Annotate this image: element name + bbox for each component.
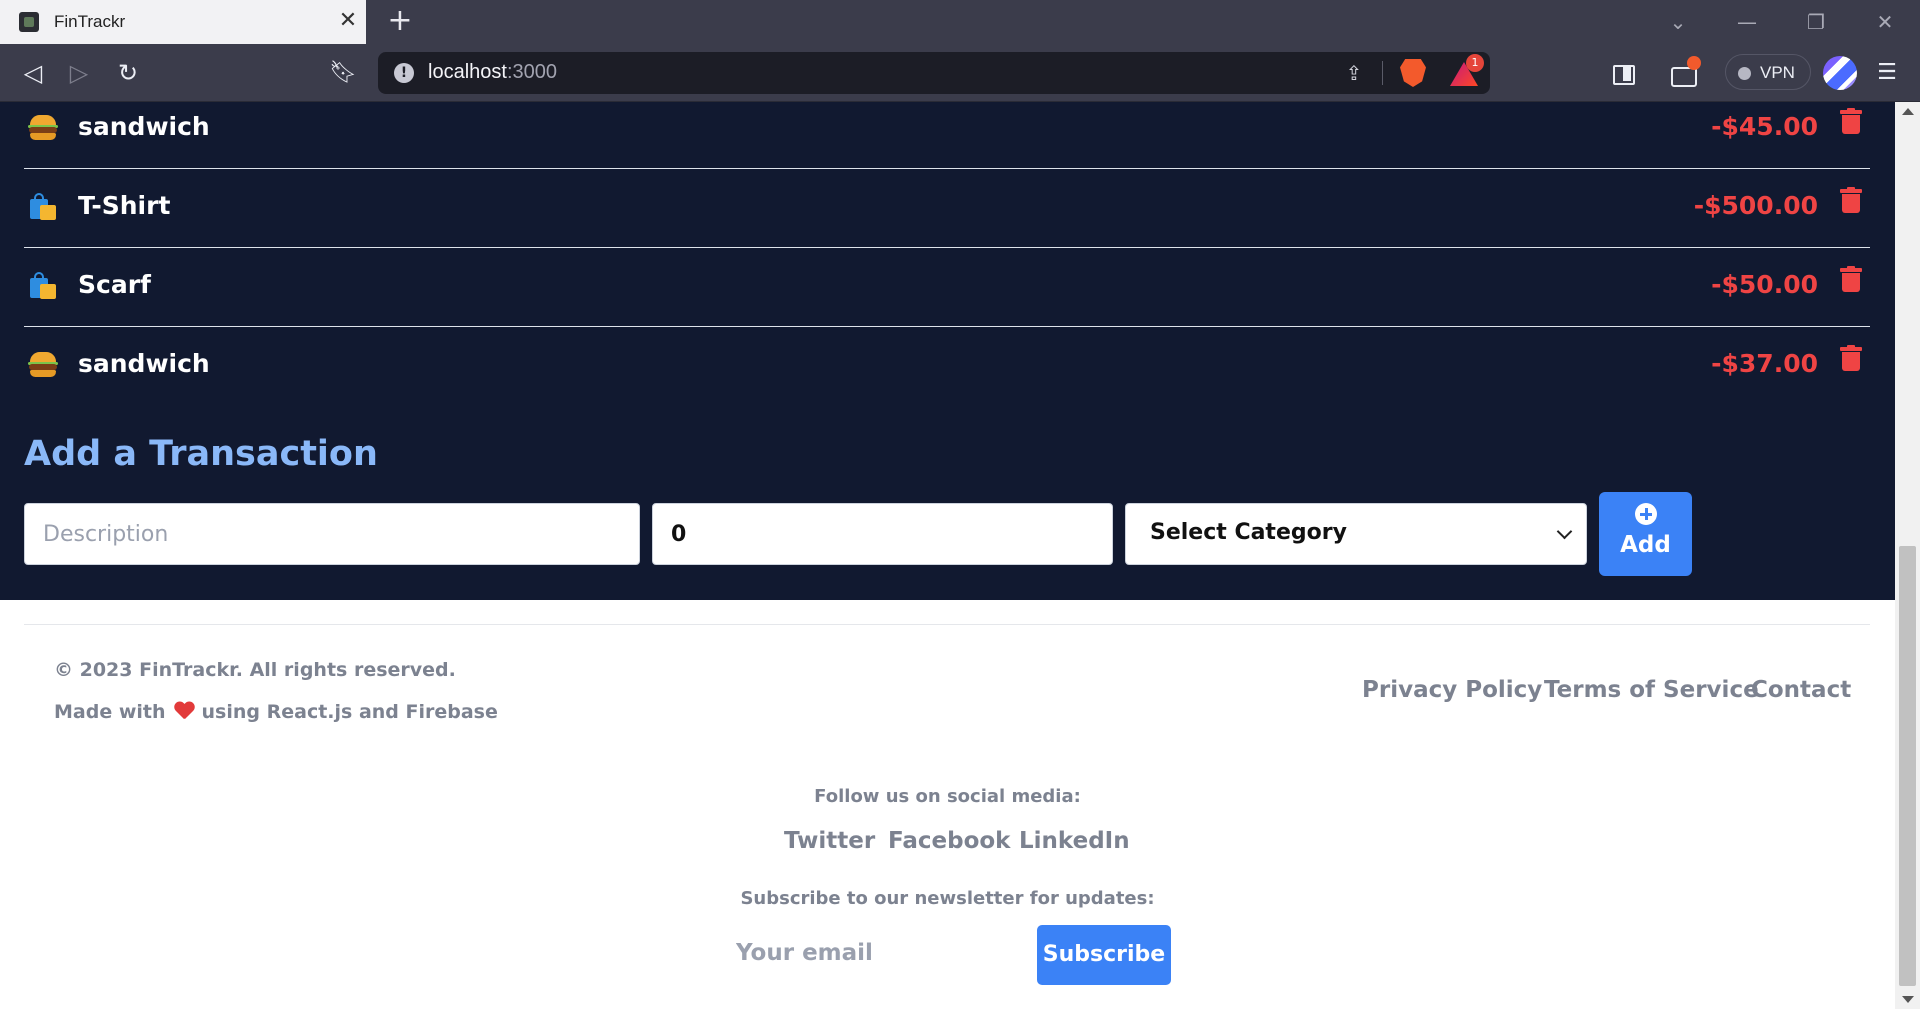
transaction-row: Scarf -$50.00	[24, 248, 1870, 327]
plus-circle-icon	[1635, 503, 1657, 525]
contact-link[interactable]: Contact	[1751, 677, 1851, 703]
heart-icon	[174, 702, 194, 720]
delete-trash-icon[interactable]	[1840, 266, 1862, 294]
transactions-section: sandwich -$45.00 T-Shirt -$500.00 Scarf …	[0, 102, 1895, 600]
email-input[interactable]	[718, 924, 1032, 982]
linkedin-link[interactable]: LinkedIn	[1019, 828, 1130, 854]
browser-tab-strip: FinTrackr ✕ + ⌄ — ❐ ✕	[0, 0, 1920, 44]
close-window-icon[interactable]: ✕	[1865, 8, 1905, 36]
transaction-amount: -$37.00	[1711, 349, 1818, 378]
delete-trash-icon[interactable]	[1840, 187, 1862, 215]
scroll-up-arrow-icon[interactable]	[1902, 108, 1914, 115]
description-input[interactable]	[24, 503, 640, 565]
url-text[interactable]: localhost:3000	[428, 61, 557, 84]
page-scrollbar[interactable]	[1895, 102, 1920, 1009]
page-viewport: sandwich -$45.00 T-Shirt -$500.00 Scarf …	[0, 102, 1895, 1009]
copyright-text: © 2023 FinTrackr. All rights reserved.	[54, 659, 456, 681]
follow-social-text: Follow us on social media:	[814, 786, 1081, 807]
browser-tab-active[interactable]: FinTrackr ✕	[0, 0, 366, 44]
vpn-label: VPN	[1760, 63, 1795, 82]
shopping-bags-icon	[28, 191, 58, 221]
delete-trash-icon[interactable]	[1840, 345, 1862, 373]
hamburger-menu-icon[interactable]: ☰	[1872, 58, 1902, 88]
burger-icon	[28, 349, 58, 379]
add-transaction-button[interactable]: Add	[1599, 492, 1692, 576]
transaction-row: T-Shirt -$500.00	[24, 169, 1870, 248]
rewards-badge: 1	[1466, 54, 1484, 72]
privacy-policy-link[interactable]: Privacy Policy	[1362, 677, 1542, 703]
add-transaction-title: Add a Transaction	[24, 434, 378, 474]
add-button-label: Add	[1620, 532, 1671, 558]
reload-icon[interactable]: ↻	[113, 58, 143, 88]
vpn-button[interactable]: VPN	[1725, 54, 1811, 90]
facebook-link[interactable]: Facebook	[888, 828, 1010, 854]
brave-shields-icon[interactable]	[1400, 59, 1426, 87]
transaction-row: sandwich -$37.00	[24, 327, 1870, 406]
transaction-row: sandwich -$45.00	[24, 102, 1870, 169]
made-with-text: Made with using React.js and Firebase	[54, 701, 498, 723]
share-icon[interactable]: ⇪	[1342, 61, 1366, 85]
burger-icon	[28, 112, 58, 142]
transaction-description: sandwich	[78, 112, 210, 141]
amount-input[interactable]	[652, 503, 1113, 565]
forward-arrow-icon[interactable]: ▷	[64, 58, 94, 88]
newsletter-text: Subscribe to our newsletter for updates:	[740, 888, 1155, 909]
tab-close-icon[interactable]: ✕	[337, 8, 359, 34]
minimize-window-icon[interactable]: —	[1727, 8, 1767, 36]
restore-window-icon[interactable]: ❐	[1796, 8, 1836, 36]
new-tab-icon[interactable]: +	[385, 6, 415, 36]
scrollbar-thumb[interactable]	[1899, 546, 1916, 986]
tab-search-chevron-icon[interactable]: ⌄	[1658, 8, 1698, 36]
subscribe-button[interactable]: Subscribe	[1037, 925, 1171, 985]
tab-title: FinTrackr	[54, 12, 126, 31]
transaction-description: T-Shirt	[78, 191, 171, 220]
app-favicon-icon	[19, 12, 39, 32]
back-arrow-icon[interactable]: ◁	[18, 58, 48, 88]
profile-avatar[interactable]	[1823, 56, 1857, 90]
transaction-amount: -$45.00	[1711, 112, 1818, 141]
chevron-down-icon	[1556, 523, 1573, 540]
bookmark-icon[interactable]: 🔖︎	[328, 58, 358, 88]
footer-divider	[24, 624, 1870, 625]
url-divider	[1382, 61, 1383, 85]
scroll-down-arrow-icon[interactable]	[1902, 996, 1914, 1003]
transaction-amount: -$50.00	[1711, 270, 1818, 299]
site-info-icon[interactable]: !	[394, 63, 414, 83]
delete-trash-icon[interactable]	[1840, 108, 1862, 136]
vpn-status-icon	[1738, 67, 1751, 80]
sidebar-toggle-icon[interactable]	[1607, 58, 1637, 88]
transaction-amount: -$500.00	[1693, 191, 1818, 220]
category-select[interactable]: Select Category	[1125, 503, 1587, 565]
transaction-description: sandwich	[78, 349, 210, 378]
wallet-notification-badge	[1687, 56, 1701, 70]
browser-toolbar: ◁ ▷ ↻ 🔖︎ ! localhost:3000 ⇪ 1 VPN ☰	[0, 44, 1920, 102]
category-selected-value: Select Category	[1150, 520, 1347, 545]
twitter-link[interactable]: Twitter	[784, 828, 875, 854]
terms-of-service-link[interactable]: Terms of Service	[1544, 677, 1759, 703]
address-bar[interactable]: ! localhost:3000 ⇪ 1	[378, 52, 1490, 94]
transaction-description: Scarf	[78, 270, 151, 299]
shopping-bags-icon	[28, 270, 58, 300]
